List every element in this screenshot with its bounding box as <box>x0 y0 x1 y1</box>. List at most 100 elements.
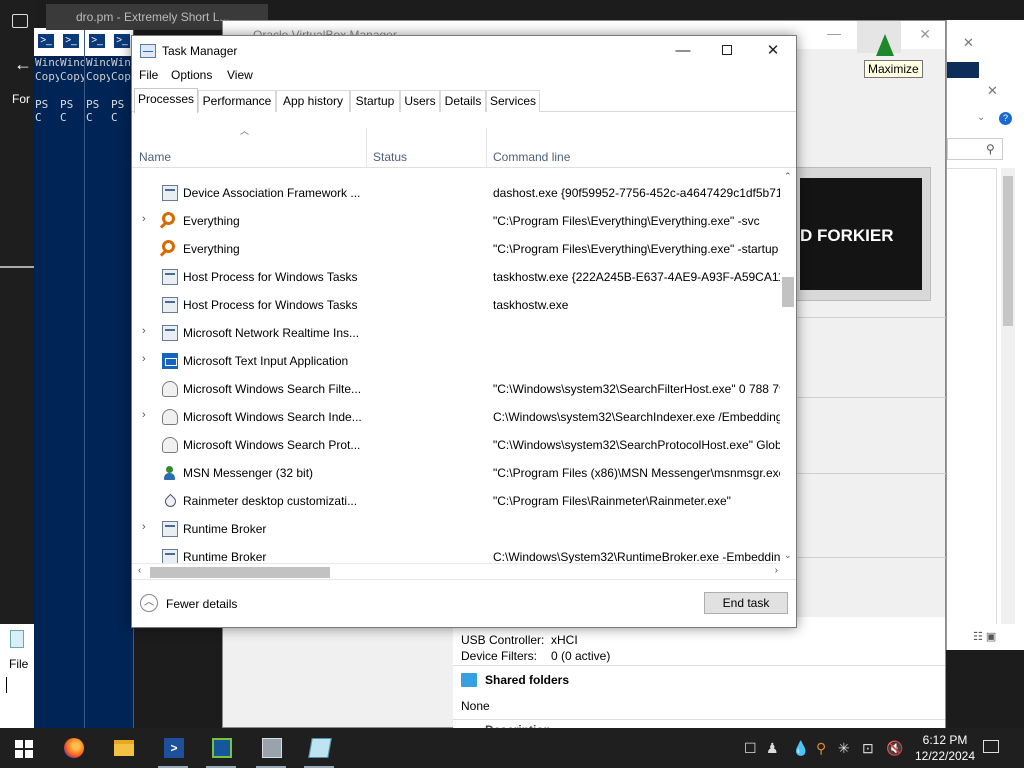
scroll-down-icon[interactable]: ⌄ <box>784 550 792 561</box>
process-name: Microsoft Windows Search Prot... <box>183 438 361 452</box>
fewer-details-link[interactable]: Fewer details <box>166 597 237 611</box>
clock[interactable]: 6:12 PM 12/22/2024 <box>914 732 976 764</box>
taskbar-task-manager[interactable] <box>248 728 294 768</box>
process-row[interactable]: Microsoft Windows Search Prot... "C:\Wind… <box>132 431 780 459</box>
process-command-line: taskhostw.exe {222A245B-E637-4AE9-A93F-A… <box>493 270 780 284</box>
horizontal-scrollbar[interactable]: ‹ › <box>132 563 780 579</box>
process-row[interactable]: Host Process for Windows Tasks taskhostw.… <box>132 291 780 319</box>
process-name: Runtime Broker <box>183 550 267 563</box>
scroll-thumb[interactable] <box>782 277 794 307</box>
taskbar-virtualbox[interactable] <box>198 728 244 768</box>
explorer-window[interactable]: ✕ ✕ ⌄ ? ⚲ ☷ ▣ <box>946 20 1024 650</box>
vertical-scrollbar[interactable]: ⌃ ⌄ <box>780 169 796 563</box>
sparkle-icon[interactable]: ✳ <box>838 740 850 757</box>
menu-file[interactable]: File <box>139 68 158 82</box>
taskbar-file-explorer[interactable] <box>100 728 146 768</box>
expand-chevron-icon[interactable]: › <box>142 409 146 421</box>
scroll-thumb[interactable] <box>1003 176 1013 326</box>
scroll-up-icon[interactable]: ⌃ <box>784 171 792 182</box>
minimize-button[interactable]: — <box>827 25 841 41</box>
chevron-down-icon[interactable]: ⌄ <box>977 112 985 123</box>
menu-options[interactable]: Options <box>171 68 212 82</box>
expand-chevron-icon[interactable]: › <box>142 353 146 365</box>
process-row[interactable]: › Runtime Broker <box>132 515 780 543</box>
tab-services[interactable]: Services <box>486 90 540 112</box>
device-filters-label: Device Filters: <box>461 649 538 663</box>
scroll-left-icon[interactable]: ‹ <box>138 565 141 576</box>
msn-buddy-icon <box>162 465 178 481</box>
process-row[interactable]: Host Process for Windows Tasks taskhostw.… <box>132 263 780 291</box>
powershell-window-1[interactable]: >_ Wind Copy PS C <box>34 28 60 728</box>
expand-chevron-icon[interactable]: › <box>142 521 146 533</box>
help-icon[interactable]: ? <box>999 112 1012 125</box>
volume-muted-icon[interactable]: 🔇 <box>886 740 903 757</box>
powershell-window-3[interactable]: >_ Wind Copy PS C <box>85 28 111 728</box>
start-button[interactable] <box>15 740 33 758</box>
back-arrow-icon[interactable]: ← <box>14 54 32 75</box>
taskbar-notepad[interactable] <box>296 728 342 768</box>
vertical-scrollbar[interactable] <box>1001 168 1015 624</box>
user-service-icon <box>162 409 178 425</box>
notepad-window[interactable]: File <box>0 624 36 728</box>
tab-users[interactable]: Users <box>400 90 440 112</box>
tab-details[interactable]: Details <box>440 90 486 112</box>
column-name[interactable]: Name <box>139 150 171 164</box>
search-box[interactable]: ⚲ <box>947 138 1003 160</box>
powershell-window-2[interactable]: >_ Wind Copy PS C <box>59 28 85 728</box>
task-manager-window[interactable]: Task Manager — ✕ File Options View Proce… <box>131 35 797 628</box>
maximize-button[interactable] <box>704 36 750 66</box>
tab-performance[interactable]: Performance <box>198 90 276 112</box>
window-icon[interactable] <box>12 14 28 28</box>
divider <box>453 665 945 666</box>
process-row[interactable]: › Microsoft Windows Search Inde... C:\Wind… <box>132 403 780 431</box>
end-task-button[interactable]: End task <box>704 592 788 614</box>
process-row[interactable]: Everything "C:\Program Files\Everything\E… <box>132 235 780 263</box>
close-icon[interactable]: ✕ <box>987 83 998 99</box>
notification-icon[interactable] <box>983 740 999 753</box>
close-button[interactable]: ✕ <box>919 26 931 43</box>
divider <box>797 317 947 318</box>
process-row[interactable]: › Microsoft Network Realtime Ins... <box>132 319 780 347</box>
tab-app-history[interactable]: App history <box>276 90 350 112</box>
process-command-line: taskhostw.exe <box>493 298 569 312</box>
process-list[interactable]: Device Association Framework ... dashost.… <box>132 169 780 563</box>
close-button[interactable]: ✕ <box>750 36 796 66</box>
scroll-thumb[interactable] <box>150 567 330 578</box>
tab-startup[interactable]: Startup <box>350 90 400 112</box>
taskbar-firefox[interactable] <box>50 728 96 768</box>
expand-chevron-icon[interactable]: › <box>142 325 146 337</box>
taskbar: > ☐ ♟ 💧 ⚲ ✳ ⊡ 🔇 6:12 PM 12/22/2024 <box>0 728 1024 768</box>
process-row[interactable]: Runtime Broker C:\Windows\System32\Runtim… <box>132 543 780 563</box>
process-row[interactable]: Microsoft Windows Search Filte... "C:\Win… <box>132 375 780 403</box>
process-row[interactable]: › Everything "C:\Program Files\Everything\… <box>132 207 780 235</box>
window-title: Task Manager <box>162 44 238 58</box>
column-command-line[interactable]: Command line <box>493 150 570 164</box>
network-icon[interactable]: ⊡ <box>862 740 874 757</box>
process-row[interactable]: › Microsoft Text Input Application <box>132 347 780 375</box>
window-icon[interactable]: ☐ <box>744 740 757 757</box>
column-divider[interactable] <box>486 128 487 168</box>
column-status[interactable]: Status <box>373 150 407 164</box>
minimize-button[interactable]: — <box>660 36 706 66</box>
notepad-file-menu[interactable]: File <box>9 657 28 671</box>
view-toggle-icon[interactable]: ☷ ▣ <box>973 630 996 643</box>
process-row[interactable]: Device Association Framework ... dashost.… <box>132 179 780 207</box>
process-row[interactable]: MSN Messenger (32 bit) "C:\Program Files … <box>132 459 780 487</box>
column-divider[interactable] <box>366 128 367 168</box>
tab-processes[interactable]: Processes <box>134 88 198 113</box>
close-icon[interactable]: ✕ <box>963 35 974 51</box>
expand-chevron-icon[interactable]: › <box>142 213 146 225</box>
chevron-up-icon[interactable]: ︿ <box>140 594 158 612</box>
title-bar[interactable]: Task Manager — ✕ <box>132 36 796 66</box>
menu-view[interactable]: View <box>227 68 253 82</box>
msn-icon[interactable]: ♟ <box>766 740 779 757</box>
shared-folders-title[interactable]: Shared folders <box>485 673 569 687</box>
process-row[interactable]: Rainmeter desktop customizati... "C:\Prog… <box>132 487 780 515</box>
scroll-right-icon[interactable]: › <box>775 565 778 576</box>
user-service-icon <box>162 437 178 453</box>
taskbar-powershell[interactable]: > <box>150 728 196 768</box>
process-command-line: dashost.exe {90f59952-7756-452c-a4647429… <box>493 186 780 200</box>
service-box-icon <box>162 297 178 313</box>
everything-icon[interactable]: ⚲ <box>816 740 826 757</box>
rainmeter-icon[interactable]: 💧 <box>792 740 809 757</box>
